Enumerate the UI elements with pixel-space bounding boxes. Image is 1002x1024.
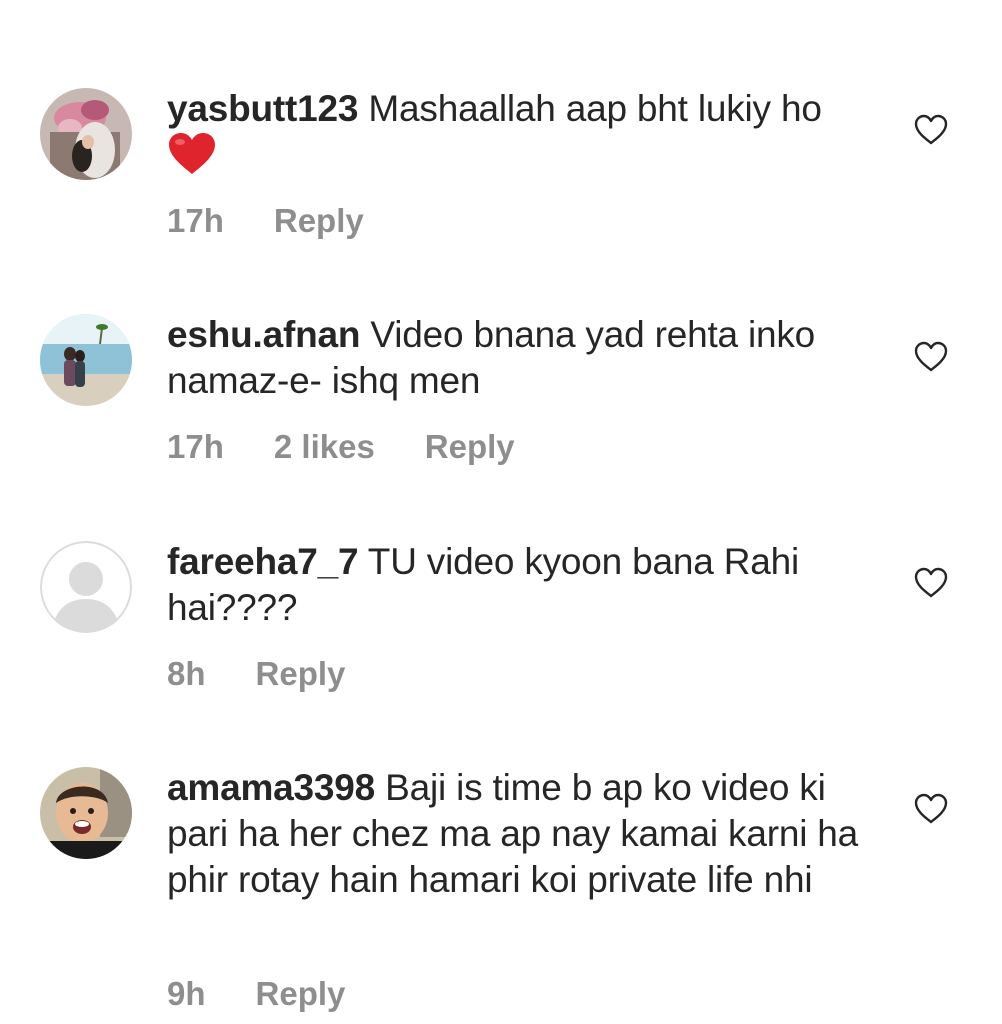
avatar[interactable] (40, 88, 132, 180)
comment-meta: 9h Reply (167, 975, 395, 1013)
comment-meta: 17h 2 likes Reply (167, 428, 565, 466)
avatar-image (40, 314, 132, 406)
heart-outline-icon[interactable] (914, 114, 948, 146)
avatar-image (40, 88, 132, 180)
comment-username[interactable]: yasbutt123 (167, 88, 359, 129)
comment-meta: 8h Reply (167, 655, 395, 693)
comment-time: 9h (167, 975, 206, 1012)
avatar[interactable] (40, 541, 132, 633)
comment-username[interactable]: eshu.afnan (167, 314, 361, 355)
reply-button[interactable]: Reply (256, 975, 346, 1012)
heart-outline-icon[interactable] (914, 567, 948, 599)
comment-text: amama3398 Baji is time b ap ko video ki … (167, 765, 867, 903)
comment-message: Mashaallah aap bht lukiy ho (368, 88, 822, 129)
default-avatar-icon (40, 541, 132, 633)
red-heart-emoji (169, 133, 215, 174)
comment-likes[interactable]: 2 likes (274, 428, 375, 465)
comment-username[interactable]: fareeha7_7 (167, 541, 359, 582)
reply-button[interactable]: Reply (256, 655, 346, 692)
comment-text: fareeha7_7 TU video kyoon bana Rahi hai?… (167, 539, 867, 631)
comment-text: yasbutt123 Mashaallah aap bht lukiy ho (167, 86, 867, 179)
comment-time: 8h (167, 655, 206, 692)
avatar[interactable] (40, 767, 132, 859)
heart-outline-icon[interactable] (914, 341, 948, 373)
comment-time: 17h (167, 428, 224, 465)
comment-username[interactable]: amama3398 (167, 767, 375, 808)
comment-meta: 17h Reply (167, 202, 414, 240)
reply-button[interactable]: Reply (274, 202, 364, 239)
heart-outline-icon[interactable] (914, 793, 948, 825)
reply-button[interactable]: Reply (425, 428, 515, 465)
comment-text: eshu.afnan Video bnana yad rehta inko na… (167, 312, 867, 404)
comment-time: 17h (167, 202, 224, 239)
avatar[interactable] (40, 314, 132, 406)
avatar-image (40, 767, 132, 859)
